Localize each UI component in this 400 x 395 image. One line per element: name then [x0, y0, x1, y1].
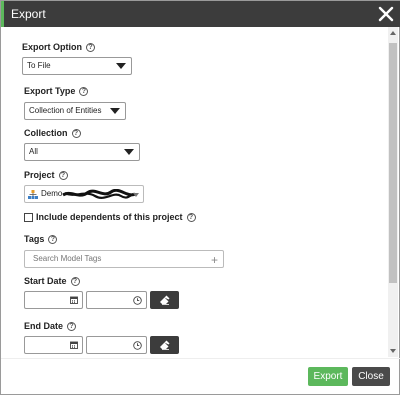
project-label: Project ? — [24, 170, 68, 180]
close-button[interactable]: Close — [352, 367, 390, 386]
include-dependents-checkbox[interactable] — [24, 213, 33, 222]
export-option-label-text: Export Option — [22, 42, 82, 52]
project-label-text: Project — [24, 170, 55, 180]
calendar-icon[interactable] — [70, 296, 78, 304]
collection-label: Collection ? — [24, 128, 81, 138]
project-tree-icon — [28, 190, 38, 199]
chevron-down-icon — [124, 149, 134, 155]
end-date-label-text: End Date — [24, 321, 64, 331]
start-date-label-text: Start Date — [24, 276, 67, 286]
plus-icon[interactable]: + — [211, 253, 218, 267]
footer-divider — [1, 358, 400, 359]
calendar-icon[interactable] — [70, 341, 78, 349]
start-date-input[interactable] — [24, 291, 83, 309]
clock-icon[interactable] — [133, 341, 142, 350]
redaction-scribble — [62, 189, 136, 199]
chevron-down-icon — [116, 63, 126, 69]
export-type-label: Export Type ? — [24, 86, 89, 96]
clear-start-date-button[interactable] — [150, 291, 179, 309]
export-option-label: Export Option ? — [22, 42, 95, 52]
help-icon[interactable]: ? — [86, 42, 95, 52]
scroll-up-icon[interactable] — [390, 31, 396, 35]
vertical-scrollbar[interactable] — [388, 27, 398, 357]
export-type-value: Collection of Entities — [29, 106, 102, 115]
help-icon[interactable]: ? — [79, 86, 89, 96]
eraser-icon — [160, 295, 170, 305]
tags-search-input[interactable] — [33, 254, 203, 263]
close-icon[interactable] — [377, 4, 395, 24]
tags-label: Tags ? — [24, 234, 58, 244]
scroll-down-icon[interactable] — [390, 349, 396, 353]
export-button[interactable]: Export — [308, 367, 348, 386]
clock-icon[interactable] — [133, 296, 142, 305]
tags-label-text: Tags — [24, 234, 45, 244]
help-icon[interactable]: ? — [186, 212, 196, 222]
collection-label-text: Collection — [24, 128, 68, 138]
scrollbar-thumb[interactable] — [389, 43, 397, 283]
help-icon[interactable]: ? — [67, 321, 77, 331]
clear-end-date-button[interactable] — [150, 336, 179, 354]
export-type-label-text: Export Type — [24, 86, 76, 96]
help-icon[interactable]: ? — [70, 276, 80, 286]
collection-value: All — [29, 147, 38, 156]
chevron-down-icon — [110, 108, 120, 114]
start-time-input[interactable] — [86, 291, 147, 309]
collection-select[interactable]: All — [24, 143, 140, 161]
include-dependents-label-text: Include dependents of this project — [36, 212, 183, 222]
export-option-select[interactable]: To File — [22, 57, 132, 75]
help-icon[interactable]: ? — [48, 234, 58, 244]
export-option-value: To File — [27, 61, 51, 70]
include-dependents-label: Include dependents of this project ? — [36, 212, 196, 222]
help-icon[interactable]: ? — [58, 170, 68, 180]
dialog-title: Export — [11, 7, 46, 21]
dialog-content: Export Option ? To File Export Type ? Co… — [1, 27, 389, 357]
export-type-select[interactable]: Collection of Entities — [24, 102, 126, 120]
title-bar: Export — [1, 1, 400, 27]
end-time-input[interactable] — [86, 336, 147, 354]
chevron-down-icon — [133, 193, 139, 197]
export-dialog: Export Export Option ? To File Export Ty… — [0, 0, 400, 395]
start-date-label: Start Date ? — [24, 276, 80, 286]
project-select[interactable]: Demo — [24, 185, 144, 203]
project-value: Demo — [41, 189, 63, 198]
help-icon[interactable]: ? — [71, 128, 81, 138]
end-date-label: End Date ? — [24, 321, 77, 331]
title-accent — [1, 1, 4, 27]
eraser-icon — [160, 340, 170, 350]
end-date-input[interactable] — [24, 336, 83, 354]
tags-search-field: + — [24, 250, 224, 268]
